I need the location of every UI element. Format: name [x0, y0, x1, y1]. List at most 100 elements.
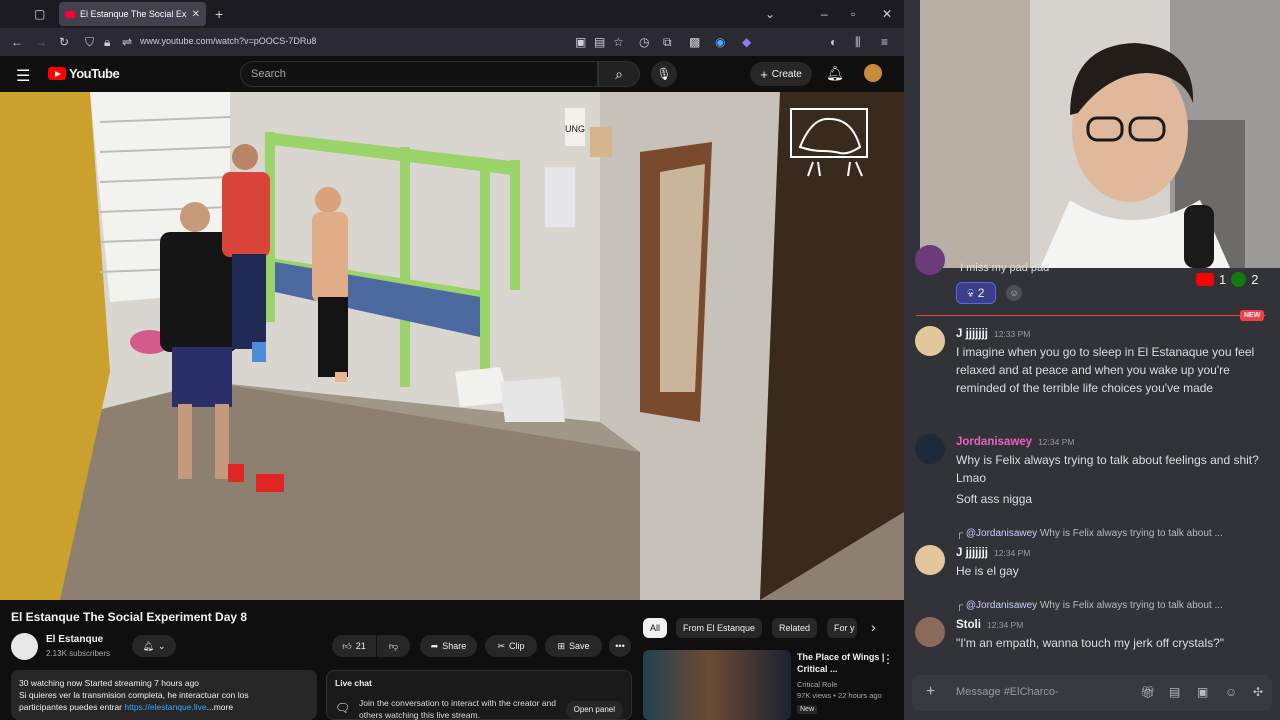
recommendation-title[interactable]: The Place of Wings | Critical ...	[797, 651, 885, 675]
chevron-down-icon[interactable]: ⌄	[765, 6, 775, 22]
shield-icon[interactable]: ⛉	[85, 34, 94, 50]
skull-icon: 💀︎	[967, 285, 974, 300]
browser-window: ▢ El Estanque The Social Expe ✕ + ⌄ – ▫ …	[0, 0, 904, 720]
chevron-right-icon[interactable]: ›	[871, 619, 876, 635]
skull-reaction[interactable]: 💀︎ 2	[956, 282, 996, 304]
clip-button[interactable]: ✂ Clip	[485, 635, 537, 657]
reply-mention[interactable]: @Jordanisawey	[966, 600, 1037, 611]
search-button[interactable]: ⌕	[598, 61, 640, 87]
description-stats: 30 watching now Started streaming 7 hour…	[19, 678, 200, 688]
gift-icon[interactable]: 🎁︎	[1140, 685, 1155, 699]
back-icon[interactable]: ←	[11, 34, 23, 50]
more-vertical-icon[interactable]: ⋮	[882, 652, 894, 666]
message-input[interactable]: Message #ElCharco-	[956, 686, 1059, 698]
message-username[interactable]: J jjjjjjj 12:33 PM	[956, 328, 1030, 340]
user-avatar[interactable]	[915, 545, 945, 575]
recommendation-channel[interactable]: Critical Role	[797, 679, 882, 690]
message-username[interactable]: J jjjjjjj 12:34 PM	[956, 547, 1030, 559]
open-panel-button[interactable]: Open panel	[565, 701, 623, 719]
chip-related[interactable]: Related	[772, 618, 818, 638]
active-tab[interactable]: El Estanque The Social Expe ✕	[59, 2, 206, 26]
notifications-bell-icon[interactable]: 🔔︎	[826, 65, 844, 82]
message-timestamp: 12:33 PM	[993, 329, 1031, 339]
permissions-icon[interactable]: ⇌	[122, 34, 132, 50]
blue-extension-icon[interactable]: ◉	[715, 34, 725, 50]
subscriber-count: 2.13K subscribers	[46, 649, 111, 658]
add-reaction-icon[interactable]: ☺	[1006, 285, 1022, 301]
discord-window: I miss my pad pad 💀︎ 2 ☺ 1 2 NEW J jjjjjj…	[904, 0, 1280, 720]
tab-list-icon[interactable]: ▢	[34, 6, 45, 22]
chip-for-you[interactable]: For y	[827, 618, 857, 638]
sticker-icon[interactable]: ▣	[1197, 685, 1208, 699]
close-tab-icon[interactable]: ✕	[192, 9, 200, 20]
dislike-button[interactable]: 👎︎	[377, 635, 410, 657]
webcam-overlay	[920, 0, 1280, 268]
menu-icon[interactable]: ≡	[881, 34, 888, 50]
search-input[interactable]: Search	[240, 61, 598, 87]
user-avatar[interactable]	[915, 617, 945, 647]
youtube-logo-icon[interactable]	[48, 67, 66, 80]
apps-icon[interactable]: ✣	[1253, 685, 1263, 699]
reload-icon[interactable]: ↻	[59, 34, 69, 50]
recommendation-thumbnail[interactable]	[643, 650, 791, 720]
webcam-image	[920, 0, 1280, 268]
notification-bell-button[interactable]: 🔔︎ ⌄	[132, 635, 176, 657]
new-tag: NEW	[1240, 310, 1265, 321]
library-icon[interactable]: ⫼	[855, 34, 861, 50]
url-field[interactable]: www.youtube.com/watch?v=pOOCS-7DRu8	[140, 36, 316, 46]
minimize-icon[interactable]: –	[821, 6, 828, 22]
close-window-icon[interactable]: ✕	[882, 6, 892, 22]
user-avatar[interactable]	[915, 326, 945, 356]
thumbs-down-icon: 👎︎	[388, 640, 399, 651]
chip-all[interactable]: All	[643, 618, 668, 638]
picture-in-picture-icon[interactable]: ▣	[575, 34, 586, 50]
hamburger-menu-icon[interactable]: ☰	[16, 66, 30, 86]
more-actions-button[interactable]: •••	[609, 635, 631, 657]
channel-name[interactable]: El Estanque	[46, 634, 103, 645]
account-icon[interactable]: ◐	[830, 34, 837, 50]
share-button[interactable]: ➦ Share	[420, 635, 477, 657]
extension-icon[interactable]: ⧉	[663, 34, 672, 50]
emoji-icon[interactable]: ☺	[1225, 685, 1237, 699]
bookmark-star-icon[interactable]: ☆	[613, 34, 624, 50]
video-player[interactable]: UNG	[0, 92, 904, 600]
purple-extension-icon[interactable]: ◆	[742, 34, 751, 50]
maximize-icon[interactable]: ▫	[851, 6, 855, 22]
message-username[interactable]: Jordanisawey 12:34 PM	[956, 436, 1074, 448]
tab-bar: ▢ El Estanque The Social Expe ✕ + ⌄ – ▫ …	[0, 0, 904, 28]
reply-reference[interactable]: ┌ @Jordanisawey Why is Felix always tryi…	[956, 528, 1276, 539]
description-more[interactable]: ...more	[207, 702, 233, 712]
forward-icon[interactable]: →	[35, 34, 47, 50]
youtube-logo-text[interactable]: YouTube	[69, 66, 120, 81]
new-messages-divider	[916, 315, 1266, 316]
history-icon[interactable]: ◷	[639, 34, 649, 50]
lock-icon[interactable]: 🔒︎	[104, 34, 110, 50]
username[interactable]: Stoli	[956, 619, 981, 631]
chip-from-channel[interactable]: From El Estanque	[676, 618, 763, 638]
reply-mention[interactable]: @Jordanisawey	[966, 528, 1037, 539]
tab-title: El Estanque The Social Expe	[80, 9, 187, 19]
user-avatar[interactable]	[864, 64, 882, 82]
reply-reference[interactable]: ┌ @Jordanisawey Why is Felix always tryi…	[956, 600, 1276, 611]
message-composer[interactable]: + Message #ElCharco- 🎁︎ ▤ ▣ ☺ ✣	[912, 675, 1272, 711]
voice-search-button[interactable]: 🎙︎	[651, 61, 677, 87]
new-tab-icon[interactable]: +	[215, 6, 223, 22]
reader-icon[interactable]: ▤	[594, 34, 605, 50]
like-count: 21	[355, 641, 366, 651]
gif-icon[interactable]: ▤	[1169, 685, 1180, 699]
description-box[interactable]: 30 watching now Started streaming 7 hour…	[11, 670, 317, 720]
save-button[interactable]: ⊞ Save	[545, 635, 602, 657]
chevron-down-icon: ⌄	[157, 640, 166, 651]
user-avatar[interactable]	[915, 434, 945, 464]
username[interactable]: J jjjjjjj	[956, 328, 988, 340]
description-link[interactable]: https://elestanque.live	[124, 702, 206, 712]
message-username[interactable]: Stoli 12:34 PM	[956, 619, 1023, 631]
addon-icon[interactable]: ▩	[689, 34, 700, 50]
username[interactable]: J jjjjjjj	[956, 547, 988, 559]
like-button[interactable]: 👍︎ 21	[332, 635, 376, 657]
channel-avatar[interactable]	[11, 633, 38, 660]
create-button[interactable]: + Create	[750, 62, 812, 86]
upload-plus-icon[interactable]: +	[926, 683, 935, 701]
youtube-favicon-icon	[65, 10, 75, 18]
username[interactable]: Jordanisawey	[956, 436, 1032, 448]
